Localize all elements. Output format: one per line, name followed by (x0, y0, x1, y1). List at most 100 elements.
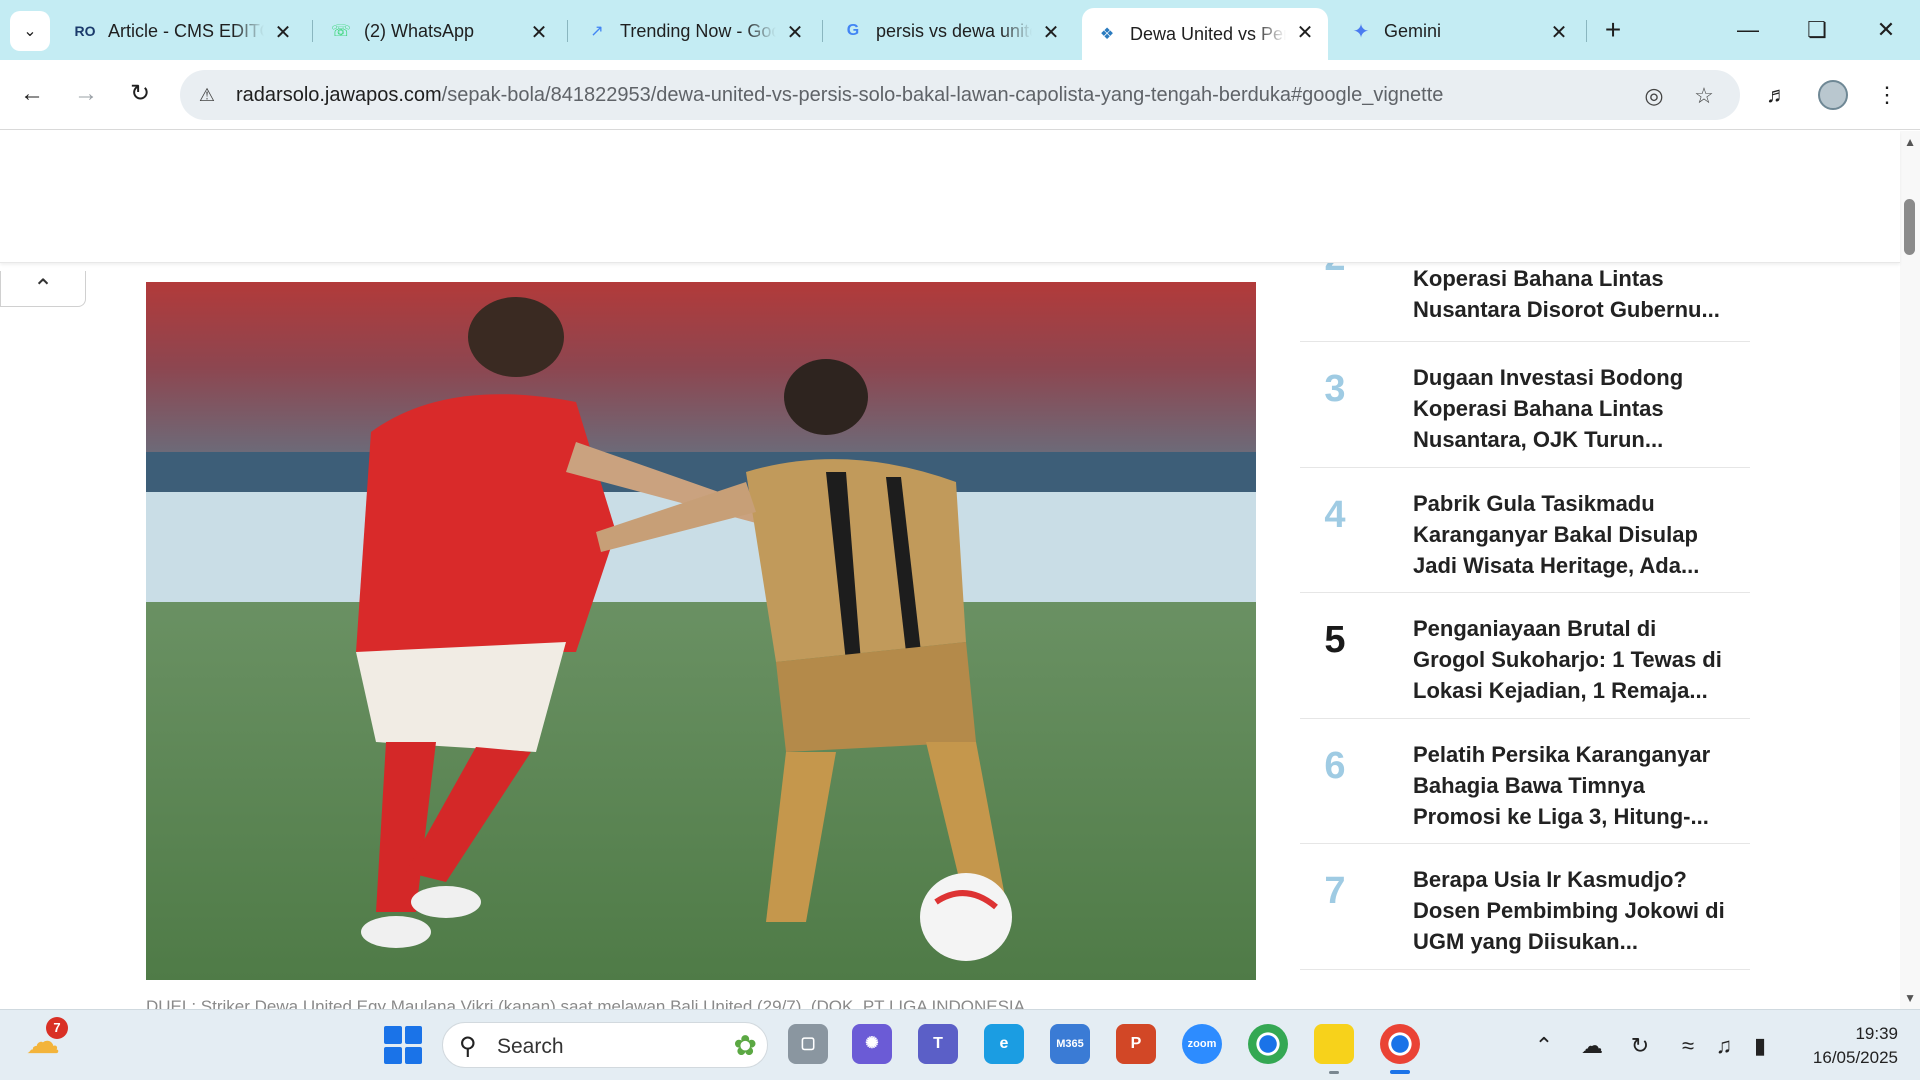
tab-divider (312, 20, 313, 42)
tab-whatsapp[interactable]: ☏ (2) WhatsApp ✕ (316, 8, 562, 54)
chevron-down-icon: ⌄ (23, 23, 37, 40)
teams-icon[interactable]: T (918, 1024, 958, 1064)
scroll-down-icon[interactable]: ▼ (1904, 991, 1916, 1005)
windows-logo-pane (384, 1046, 402, 1064)
tab-title: persis vs dewa united (876, 20, 1032, 41)
tab-dewa-united-active[interactable]: ❖ Dewa United vs Persis ✕ (1082, 8, 1328, 60)
trending-rank: 3 (1324, 368, 1346, 410)
powerpoint-icon[interactable]: P (1116, 1024, 1156, 1064)
trending-item[interactable]: 6 Pelatih Persika Karanganyar Bahagia Ba… (1300, 719, 1750, 844)
tab-divider (1586, 20, 1587, 42)
copilot-icon[interactable]: ✺ (852, 1024, 892, 1064)
trending-title[interactable]: Berapa Usia Ir Kasmudjo? Dosen Pembimbin… (1413, 864, 1733, 957)
scroll-thumb[interactable] (1904, 199, 1915, 255)
trending-rank: 5 (1324, 619, 1346, 661)
url-path: /sepak-bola/841822953/dewa-united-vs-per… (441, 84, 1444, 106)
chevron-up-icon[interactable]: ⌃ (1530, 1032, 1558, 1060)
trending-rank: 4 (1324, 493, 1346, 536)
sticky-notes-icon[interactable] (1314, 1024, 1354, 1074)
menu-kebab-icon[interactable]: ⋮ (1870, 78, 1904, 112)
tab-divider (567, 20, 568, 42)
radarsolo-icon: ❖ (1099, 26, 1115, 43)
scroll-up-icon[interactable]: ▲ (1904, 135, 1916, 149)
url-text[interactable]: radarsolo.jawapos.com/sepak-bola/8418229… (236, 84, 1443, 107)
tab-gemini[interactable]: ✦ Gemini ✕ (1336, 8, 1582, 54)
restore-button[interactable]: ❏ (1797, 12, 1837, 48)
tab-title: Gemini (1384, 20, 1442, 41)
sync-icon[interactable]: ↻ (1626, 1032, 1654, 1060)
clock-date: 16/05/2025 (1812, 1048, 1898, 1067)
back-button[interactable]: ← (14, 76, 50, 112)
tab-title: Article - CMS EDITOR (108, 20, 264, 41)
taskbar-search[interactable]: ⚲ Search ✿ (442, 1022, 768, 1068)
tab-divider (822, 20, 823, 42)
minimize-button[interactable]: — (1728, 12, 1768, 48)
media-control-icon[interactable]: ♬ (1760, 78, 1794, 112)
reload-button[interactable]: ↻ (122, 76, 158, 112)
profile-avatar[interactable] (1818, 80, 1848, 110)
cms-icon: RO (74, 23, 96, 39)
close-icon[interactable]: ✕ (1040, 20, 1062, 45)
trending-title[interactable]: Penganiayaan Brutal di Grogol Sukoharjo:… (1413, 613, 1733, 706)
photo-caption: DUEL: Striker Dewa United Egy Maulana Vi… (146, 997, 1025, 1009)
close-icon[interactable]: ✕ (1294, 20, 1316, 45)
tab-google-trends[interactable]: ↗ Trending Now - Google Trends ✕ (572, 8, 818, 54)
close-icon[interactable]: ✕ (1548, 20, 1570, 45)
edge-icon[interactable]: e (984, 1024, 1024, 1064)
address-bar[interactable]: ⚠ radarsolo.jawapos.com/sepak-bola/84182… (180, 70, 1740, 120)
file-manager-icon[interactable]: ▢ (788, 1024, 828, 1064)
tab-strip: ⌄ RO Article - CMS EDITOR ✕ ☏ (2) WhatsA… (0, 0, 1920, 60)
windows-taskbar: ☁ 7 ⚲ Search ✿ ▢ ✺ T e M365 P zoom ⌃ ☁ ↻… (0, 1009, 1920, 1080)
clock-time: 19:39 (1855, 1024, 1898, 1043)
trending-item[interactable]: 7 Berapa Usia Ir Kasmudjo? Dosen Pembimb… (1300, 844, 1750, 970)
new-tab-button[interactable]: + (1598, 14, 1628, 46)
eye-slash-icon[interactable]: ◎ (1640, 82, 1668, 110)
url-domain: radarsolo.jawapos.com (236, 84, 442, 106)
football-match-image (146, 282, 1256, 980)
onedrive-icon[interactable]: ☁ (1578, 1032, 1606, 1060)
wifi-icon[interactable]: ≈ (1674, 1032, 1702, 1060)
tab-cms-editor[interactable]: RO Article - CMS EDITOR ✕ (60, 8, 306, 54)
trending-item[interactable]: 5 Penganiayaan Brutal di Grogol Sukoharj… (1300, 593, 1750, 719)
close-icon[interactable]: ✕ (528, 20, 550, 45)
trending-title[interactable]: Koperasi Bahana Lintas Nusantara Disorot… (1413, 263, 1733, 325)
system-clock[interactable]: 19:39 16/05/2025 (1813, 1022, 1898, 1070)
trending-title[interactable]: Dugaan Investasi Bodong Koperasi Bahana … (1413, 362, 1733, 455)
trending-item[interactable]: 4 Pabrik Gula Tasikmadu Karanganyar Baka… (1300, 468, 1750, 593)
ad-banner-space (0, 131, 1900, 263)
windows-logo-pane (404, 1046, 422, 1064)
site-info-icon[interactable]: ⚠ (194, 82, 220, 108)
close-window-button[interactable]: ✕ (1866, 12, 1906, 48)
trending-title[interactable]: Pelatih Persika Karanganyar Bahagia Bawa… (1413, 739, 1733, 832)
start-button[interactable] (384, 1026, 422, 1064)
windows-logo-pane (404, 1026, 422, 1044)
search-icon: ⚲ (459, 1033, 477, 1060)
chrome-icon[interactable] (1248, 1024, 1288, 1064)
volume-icon[interactable]: ♫ (1710, 1032, 1738, 1060)
battery-icon[interactable]: ▮ (1746, 1032, 1774, 1060)
forward-button[interactable]: → (68, 76, 104, 112)
trending-title[interactable]: Pabrik Gula Tasikmadu Karanganyar Bakal … (1413, 488, 1733, 581)
chrome-profile-icon[interactable] (1380, 1024, 1420, 1074)
zoom-icon[interactable]: zoom (1182, 1024, 1222, 1064)
bookmark-star-icon[interactable]: ☆ (1690, 82, 1718, 110)
page-scrollbar[interactable]: ▲ ▼ (1900, 131, 1920, 1009)
windows-logo-pane (384, 1026, 402, 1044)
trending-rank: 6 (1324, 744, 1346, 787)
tab-google-search[interactable]: G persis vs dewa united ✕ (828, 8, 1074, 54)
trending-item[interactable]: 3 Dugaan Investasi Bodong Koperasi Bahan… (1300, 342, 1750, 468)
tab-search-button[interactable]: ⌄ (10, 11, 50, 51)
notification-badge: 7 (46, 1017, 68, 1039)
search-highlight-icon: ✿ (733, 1030, 757, 1061)
web-page: ⌃ DUEL: Striker Dewa United Egy Maulana … (0, 131, 1920, 1009)
m365-icon[interactable]: M365 (1050, 1024, 1090, 1064)
whatsapp-icon: ☏ (330, 23, 351, 40)
browser-toolbar: ← → ↻ ⚠ radarsolo.jawapos.com/sepak-bola… (0, 60, 1920, 130)
article-photo (146, 282, 1256, 980)
search-label: Search (497, 1035, 564, 1058)
collapse-ad-button[interactable]: ⌃ (0, 271, 86, 307)
tab-title: (2) WhatsApp (364, 20, 475, 41)
google-icon: G (846, 22, 860, 39)
close-icon[interactable]: ✕ (784, 20, 806, 45)
close-icon[interactable]: ✕ (272, 20, 294, 45)
